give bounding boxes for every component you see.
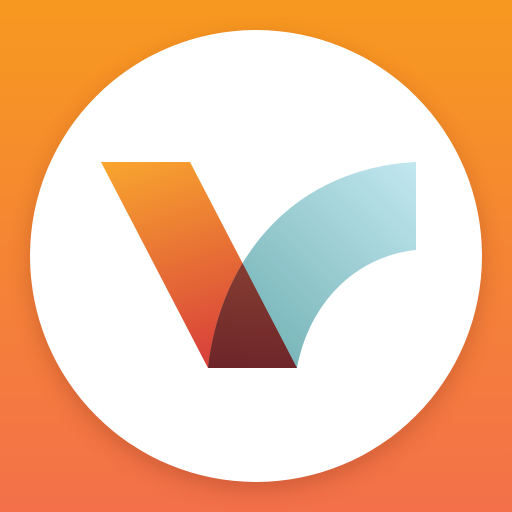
app-icon[interactable] xyxy=(0,0,512,512)
checkmark-v-logo-icon xyxy=(101,162,416,368)
